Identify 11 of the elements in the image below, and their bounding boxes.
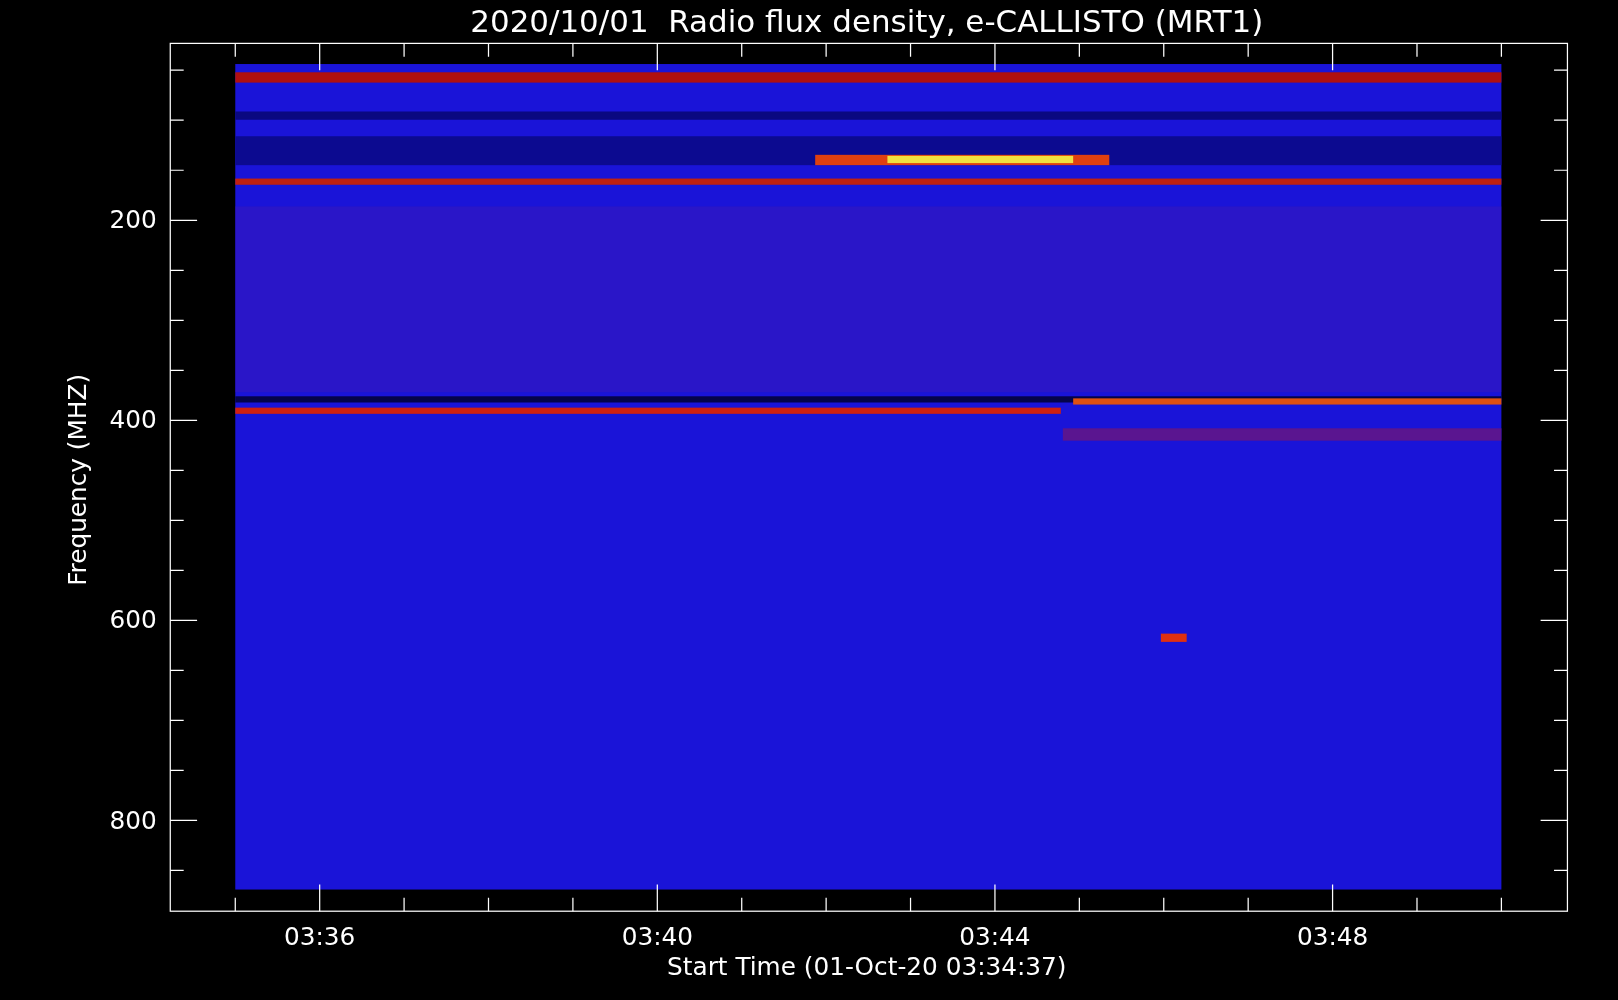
plot-title: 2020/10/01 Radio flux density, e-CALLISTO (MRT1) (470, 3, 1264, 40)
x-tick-label: 03:36 (284, 922, 356, 952)
x-tick-label: 03:48 (1296, 922, 1369, 952)
y-tick-label: 600 (109, 605, 157, 635)
y-tick-label: 200 (109, 205, 157, 235)
y-tick-label: 400 (109, 405, 157, 435)
x-tick-label: 03:44 (959, 922, 1031, 952)
y-tick-label: 800 (109, 805, 157, 835)
x-tick-label: 03:40 (621, 922, 693, 952)
x-axis-label: Start Time (01-Oct-20 03:34:37) (667, 952, 1067, 982)
y-axis-label: Frequency (MHZ) (62, 373, 92, 586)
